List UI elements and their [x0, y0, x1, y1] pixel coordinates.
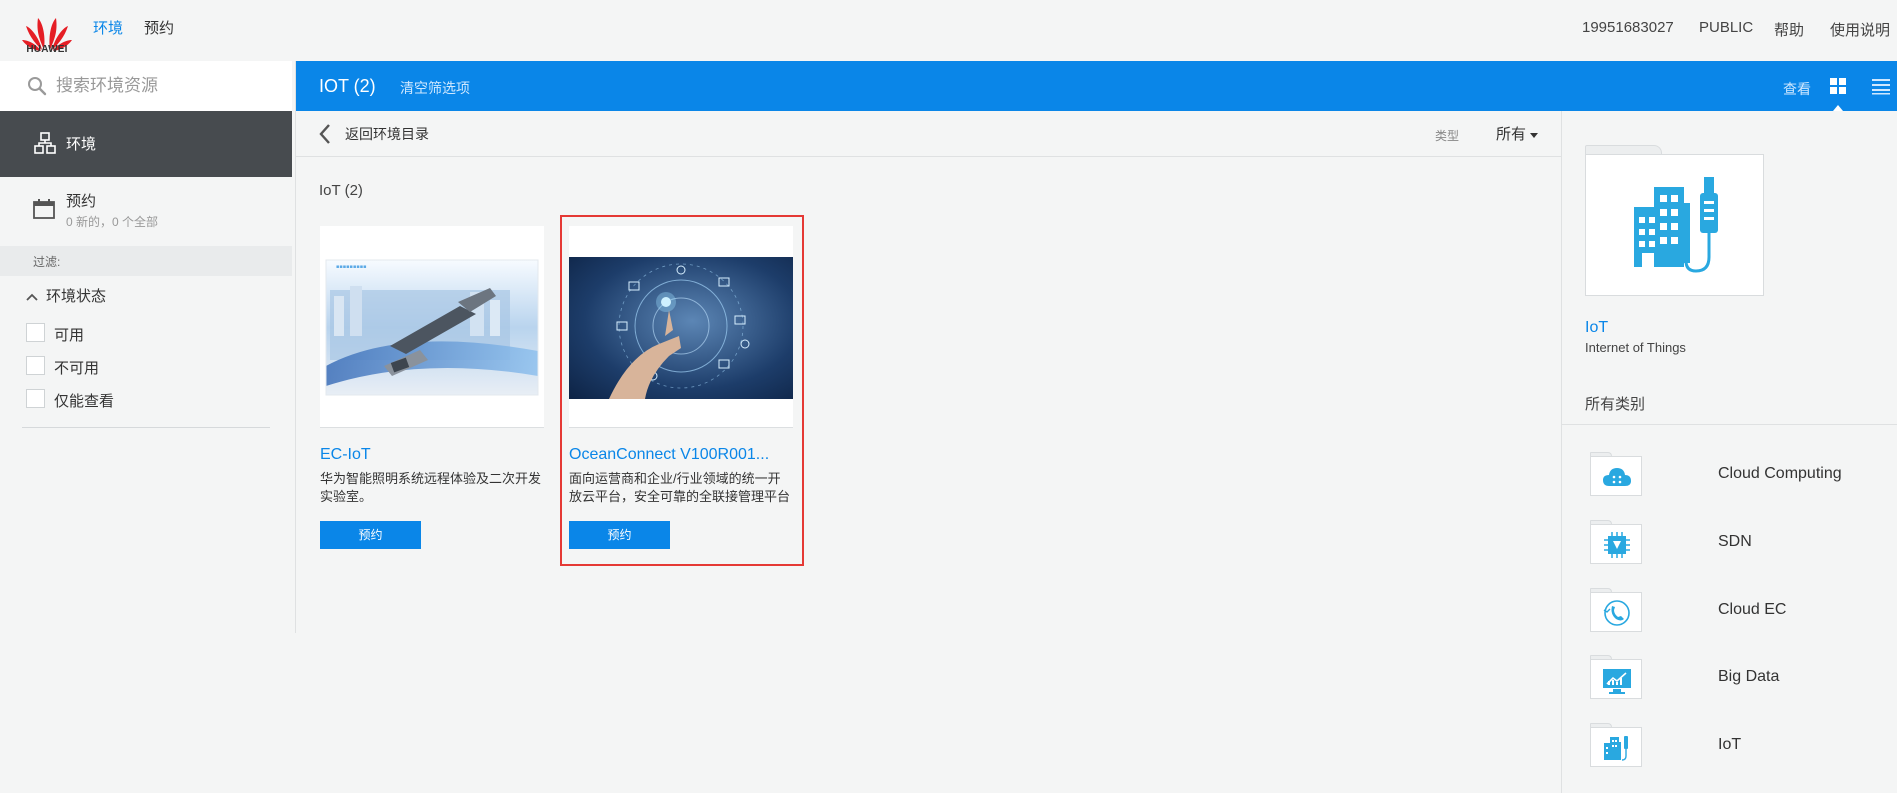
category-label: Cloud EC [1718, 601, 1787, 618]
section-title: IoT (2) [319, 182, 363, 199]
category-name[interactable]: IoT [1585, 319, 1608, 337]
sidebar-item-booking[interactable]: 预约 0 新的，0 个全部 [0, 177, 292, 243]
category-thumb [1590, 524, 1642, 564]
card-thumbnail[interactable]: ▪▪▪▪▪▪▪▪▪ [320, 226, 544, 428]
category-label: SDN [1718, 533, 1752, 550]
selection-highlight [560, 215, 804, 566]
category-detail-panel: IoT Internet of Things 所有类别 Cloud Comput… [1561, 111, 1897, 793]
view-label: 查看 [1783, 81, 1811, 97]
checkbox[interactable] [26, 389, 45, 408]
user-phone[interactable]: 19951683027 [1582, 19, 1674, 36]
caret-down-icon [1530, 132, 1539, 138]
category-thumb [1590, 592, 1642, 632]
topnav-booking[interactable]: 预约 [144, 17, 174, 38]
sub-toolbar: 返回环境目录 类型 所有 [296, 111, 1561, 157]
grid-view-icon[interactable] [1828, 76, 1848, 96]
category-item-cloud-ec[interactable]: Cloud EC [1590, 588, 1890, 636]
search-input[interactable] [56, 72, 276, 100]
type-dropdown-value: 所有 [1496, 126, 1527, 143]
category-item-sdn[interactable]: SDN [1590, 520, 1890, 568]
phone-icon [1603, 600, 1630, 626]
back-to-catalog-link[interactable]: 返回环境目录 [345, 124, 429, 144]
sidebar: 环境 预约 0 新的，0 个全部 过滤: 环境状态 可用 不可用 仅能查看 [0, 61, 296, 633]
filter-label-available: 可用 [54, 327, 85, 344]
iot-building-icon [1604, 736, 1628, 761]
chip-icon [1604, 532, 1630, 558]
smart-lighting-image: ▪▪▪▪▪▪▪▪▪ [325, 259, 539, 396]
chevron-up-icon [26, 293, 38, 301]
cloud-icon [1603, 468, 1631, 486]
all-categories-heading: 所有类别 [1585, 396, 1646, 413]
clear-filters-link[interactable]: 清空筛选项 [400, 78, 470, 98]
category-header: IOT (2) 清空筛选项 查看 [296, 61, 1897, 111]
chart-icon [1603, 669, 1631, 694]
category-thumb [1590, 727, 1642, 767]
category-item-iot[interactable]: IoT [1590, 723, 1890, 771]
category-title: IOT (2) [319, 76, 376, 96]
sidebar-item-environment[interactable]: 环境 [0, 111, 292, 177]
calendar-icon [33, 199, 55, 219]
booking-count: 0 新的，0 个全部 [66, 215, 159, 229]
manual-link[interactable]: 使用说明 [1830, 19, 1890, 40]
filter-label-unavailable: 不可用 [54, 360, 100, 377]
card-title[interactable]: EC-IoT [320, 446, 544, 464]
top-bar: HUAWEI 环境 预约 19951683027 PUBLIC 帮助 使用说明 [0, 0, 1897, 61]
topnav-environment[interactable]: 环境 [93, 17, 123, 38]
filter-header: 过滤: [0, 246, 292, 276]
list-view-icon[interactable] [1871, 76, 1891, 96]
card-description: 华为智能照明系统远程体验及二次开发实验室。 [320, 471, 542, 504]
category-item-big-data[interactable]: Big Data [1590, 655, 1890, 703]
chevron-left-icon[interactable] [318, 123, 332, 145]
type-label: 类型 [1435, 129, 1460, 143]
category-thumb [1590, 659, 1642, 699]
hierarchy-icon [34, 132, 56, 154]
sidebar-item-label: 环境 [66, 136, 97, 153]
category-label: IoT [1718, 736, 1742, 753]
search-box [0, 61, 292, 111]
category-subtitle: Internet of Things [1585, 340, 1686, 355]
environment-card[interactable]: ▪▪▪▪▪▪▪▪▪ EC-IoT 华为智能照明系统远程体验及二次开发实验室。 预… [320, 226, 544, 551]
filter-label: 过滤: [33, 255, 61, 269]
project-selector[interactable]: PUBLIC [1699, 19, 1753, 36]
divider [22, 427, 270, 428]
category-label: Cloud Computing [1718, 465, 1842, 482]
category-label: Big Data [1718, 668, 1780, 685]
type-dropdown[interactable]: 所有 [1496, 123, 1539, 144]
category-image [1585, 154, 1764, 296]
filter-label-view-only: 仅能查看 [54, 393, 115, 410]
divider [1562, 424, 1897, 425]
book-button[interactable]: 预约 [320, 521, 421, 549]
svg-text:▪▪▪▪▪▪▪▪▪: ▪▪▪▪▪▪▪▪▪ [336, 264, 367, 270]
logo-text: HUAWEI [26, 44, 68, 55]
checkbox[interactable] [26, 356, 45, 375]
help-link[interactable]: 帮助 [1774, 19, 1804, 40]
category-thumb [1590, 456, 1642, 496]
status-heading: 环境状态 [46, 288, 107, 305]
sidebar-item-label: 预约 [66, 193, 97, 210]
category-item-cloud-computing[interactable]: Cloud Computing [1590, 452, 1890, 500]
status-filter-toggle[interactable]: 环境状态 [26, 285, 106, 306]
checkbox[interactable] [26, 323, 45, 342]
search-icon [28, 77, 47, 96]
iot-building-icon [1634, 177, 1718, 273]
